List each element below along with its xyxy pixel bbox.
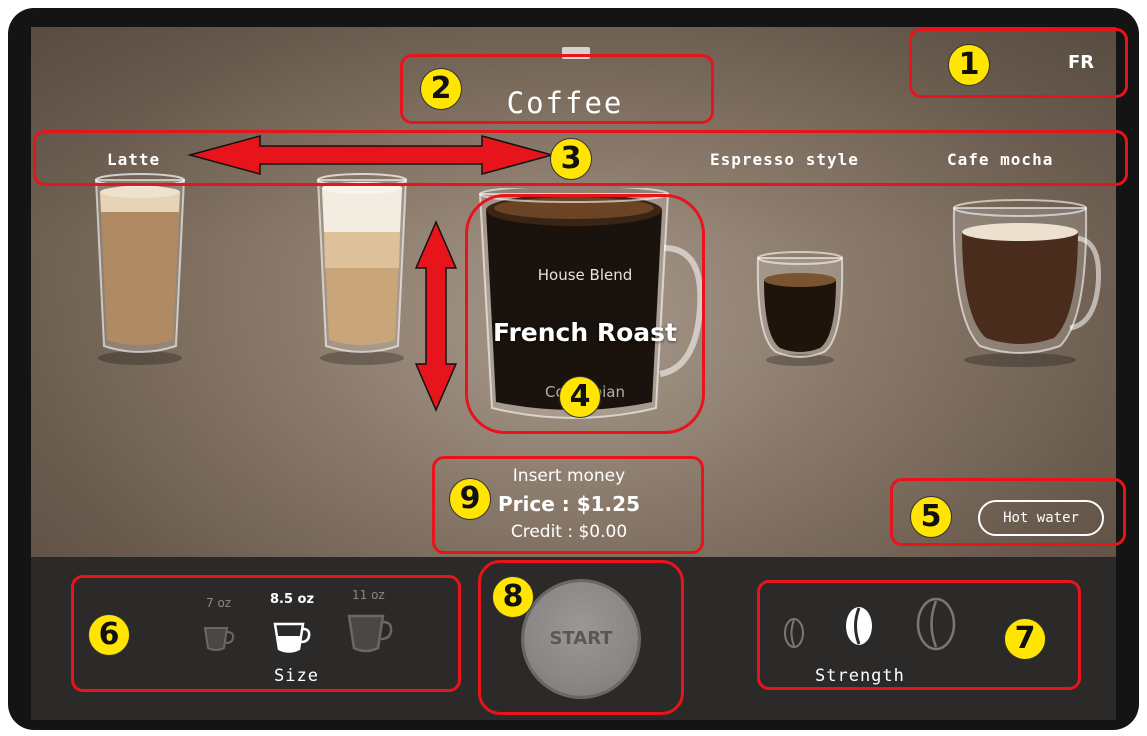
annotation-badge-1: 1 [948,44,990,86]
annotation-badge-6: 6 [88,614,130,656]
annotation-badge-2: 2 [420,68,462,110]
annotation-badge-3: 3 [550,138,592,180]
annotation-badge-7: 7 [1004,618,1046,660]
annotation-badge-5: 5 [910,496,952,538]
annotation-badge-8: 8 [492,576,534,618]
annotation-badge-9: 9 [449,478,491,520]
annotation-badge-4: 4 [559,376,601,418]
annotation-box-language [909,28,1128,98]
